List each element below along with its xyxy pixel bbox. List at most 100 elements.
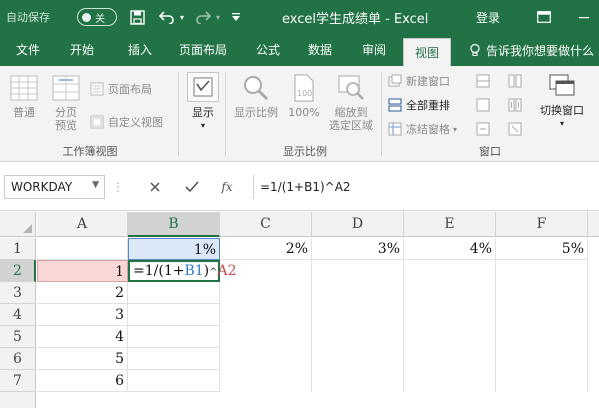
zoom-selection-label-1: 缩放到	[334, 106, 368, 119]
cell-d1[interactable]: 3%	[312, 238, 404, 260]
cell-b3[interactable]	[128, 282, 220, 304]
row-header-7[interactable]: 7	[0, 370, 36, 392]
row-header-1[interactable]: 1	[0, 238, 36, 260]
page-layout-view-button[interactable]: 页面布局	[90, 80, 152, 98]
column-header-c[interactable]: C	[220, 212, 312, 237]
workbook-views-group-label: 工作簿视图	[62, 145, 118, 158]
cell-a5[interactable]: 4	[37, 326, 128, 348]
formula-bar-grip-icon[interactable]: ⋮	[112, 175, 124, 199]
row-header-8[interactable]	[0, 392, 36, 408]
edit-ref-b1: B1	[184, 263, 204, 279]
column-header-g[interactable]	[588, 212, 599, 237]
page-break-preview-button[interactable]: 分页 预览	[48, 74, 84, 132]
tab-review[interactable]: 审阅	[352, 34, 396, 66]
new-window-button[interactable]: 新建窗口	[388, 72, 450, 90]
cell-b1[interactable]: 1%	[128, 238, 220, 260]
switch-windows-button[interactable]: 切换窗口 ▾	[532, 72, 592, 130]
enter-check-icon[interactable]	[181, 175, 203, 199]
split-icon[interactable]	[476, 74, 490, 91]
column-header-b[interactable]: B	[128, 212, 220, 237]
column-c-cells[interactable]	[220, 260, 312, 392]
zoom-group-label: 显示比例	[283, 145, 327, 158]
autosave-toggle[interactable]: 关	[77, 8, 117, 26]
cell-a1[interactable]	[37, 238, 128, 260]
switch-windows-dropdown-icon[interactable]: ▾	[560, 117, 564, 130]
row-header-5[interactable]: 5	[0, 326, 36, 348]
tab-formulas[interactable]: 公式	[248, 34, 288, 66]
login-button[interactable]: 登录	[476, 0, 500, 34]
freeze-panes-button[interactable]: 冻结窗格 ▾	[388, 120, 457, 138]
row-header-6[interactable]: 6	[0, 348, 36, 370]
undo-icon[interactable]	[158, 0, 176, 34]
cell-b7[interactable]	[128, 370, 220, 392]
customize-toolbar-icon[interactable]	[229, 0, 243, 34]
tab-insert[interactable]: 插入	[118, 34, 162, 66]
cell-b2-editing[interactable]: =1/(1+B1)^A2	[128, 260, 237, 282]
column-e-cells[interactable]	[404, 260, 496, 392]
column-header-a[interactable]: A	[37, 212, 128, 237]
ribbon-tabs: 文件 开始 插入 页面布局 公式 数据 审阅 视图 告诉我你想要做什么	[0, 34, 599, 66]
cell-a2[interactable]: 1	[37, 260, 128, 282]
ribbon-display-options-icon[interactable]	[535, 0, 553, 34]
save-icon[interactable]	[128, 0, 146, 34]
column-header-f[interactable]: F	[496, 212, 588, 237]
svg-text:100: 100	[297, 89, 312, 98]
unhide-window-icon[interactable]	[476, 122, 490, 139]
redo-dropdown-icon[interactable]: ▾	[213, 0, 223, 34]
row-header-3[interactable]: 3	[0, 282, 36, 304]
zoom-selection-label-2: 选定区域	[329, 119, 373, 132]
column-d-cells[interactable]	[312, 260, 404, 392]
select-all-corner[interactable]	[0, 212, 36, 237]
hide-window-icon[interactable]	[476, 98, 490, 115]
freeze-panes-dropdown-icon[interactable]: ▾	[453, 125, 457, 134]
cell-b6[interactable]	[128, 348, 220, 370]
tell-me-box[interactable]: 告诉我你想要做什么	[468, 34, 594, 66]
zoom-to-selection-icon	[336, 74, 366, 102]
arrange-all-button[interactable]: 全部重排	[388, 96, 450, 114]
cell-f1[interactable]: 5%	[496, 238, 588, 260]
column-header-e[interactable]: E	[404, 212, 496, 237]
cell-e1[interactable]: 4%	[404, 238, 496, 260]
view-side-by-side-icon[interactable]	[508, 74, 522, 91]
title-bar: 自动保存 关 ▾ ▾ excel学生成绩单 - Excel 登录	[0, 0, 599, 34]
column-f-cells[interactable]	[496, 260, 588, 392]
formula-input[interactable]: =1/(1+B1)^A2	[253, 175, 593, 199]
name-box[interactable]: WORKDAY ▼	[4, 175, 105, 199]
synchronous-scrolling-icon[interactable]	[508, 98, 522, 115]
insert-function-icon[interactable]: fx	[216, 175, 238, 199]
cell-a3[interactable]: 2	[37, 282, 128, 304]
row-header-4[interactable]: 4	[0, 304, 36, 326]
cell-b5[interactable]	[128, 326, 220, 348]
tab-page-layout[interactable]: 页面布局	[172, 34, 234, 66]
custom-views-icon	[90, 115, 104, 129]
zoom-button[interactable]: 显示比例	[230, 74, 282, 119]
custom-views-button[interactable]: 自定义视图	[90, 113, 163, 131]
show-label: 显示	[192, 106, 214, 119]
show-button[interactable]: 显示 ▾	[183, 72, 223, 132]
tab-view[interactable]: 视图	[403, 38, 451, 66]
cell-b4[interactable]	[128, 304, 220, 326]
cell-a7[interactable]: 6	[37, 370, 128, 392]
normal-view-icon	[9, 74, 39, 102]
normal-view-button[interactable]: 普通	[6, 74, 42, 119]
cell-a4[interactable]: 3	[37, 304, 128, 326]
cell-a6[interactable]: 5	[37, 348, 128, 370]
zoom-100-button[interactable]: 100 100%	[284, 74, 324, 119]
ribbon-separator	[225, 72, 226, 156]
zoom-to-selection-button[interactable]: 缩放到 选定区域	[326, 74, 376, 132]
tab-home[interactable]: 开始	[60, 34, 104, 66]
reset-window-position-icon[interactable]	[508, 122, 522, 139]
cell-c1[interactable]: 2%	[220, 238, 312, 260]
cancel-icon[interactable]	[144, 175, 166, 199]
minimize-icon[interactable]	[576, 0, 592, 34]
document-title: excel学生成绩单 - Excel	[282, 11, 429, 27]
column-header-d[interactable]: D	[312, 212, 404, 237]
redo-icon[interactable]	[194, 0, 212, 34]
tab-data[interactable]: 数据	[300, 34, 340, 66]
name-box-dropdown-icon[interactable]: ▼	[92, 180, 99, 190]
row-header-2[interactable]: 2	[0, 260, 36, 282]
show-dropdown-icon[interactable]: ▾	[201, 119, 205, 132]
autosave-label: 自动保存	[6, 11, 50, 24]
tab-file[interactable]: 文件	[8, 34, 48, 66]
undo-dropdown-icon[interactable]: ▾	[177, 0, 187, 34]
